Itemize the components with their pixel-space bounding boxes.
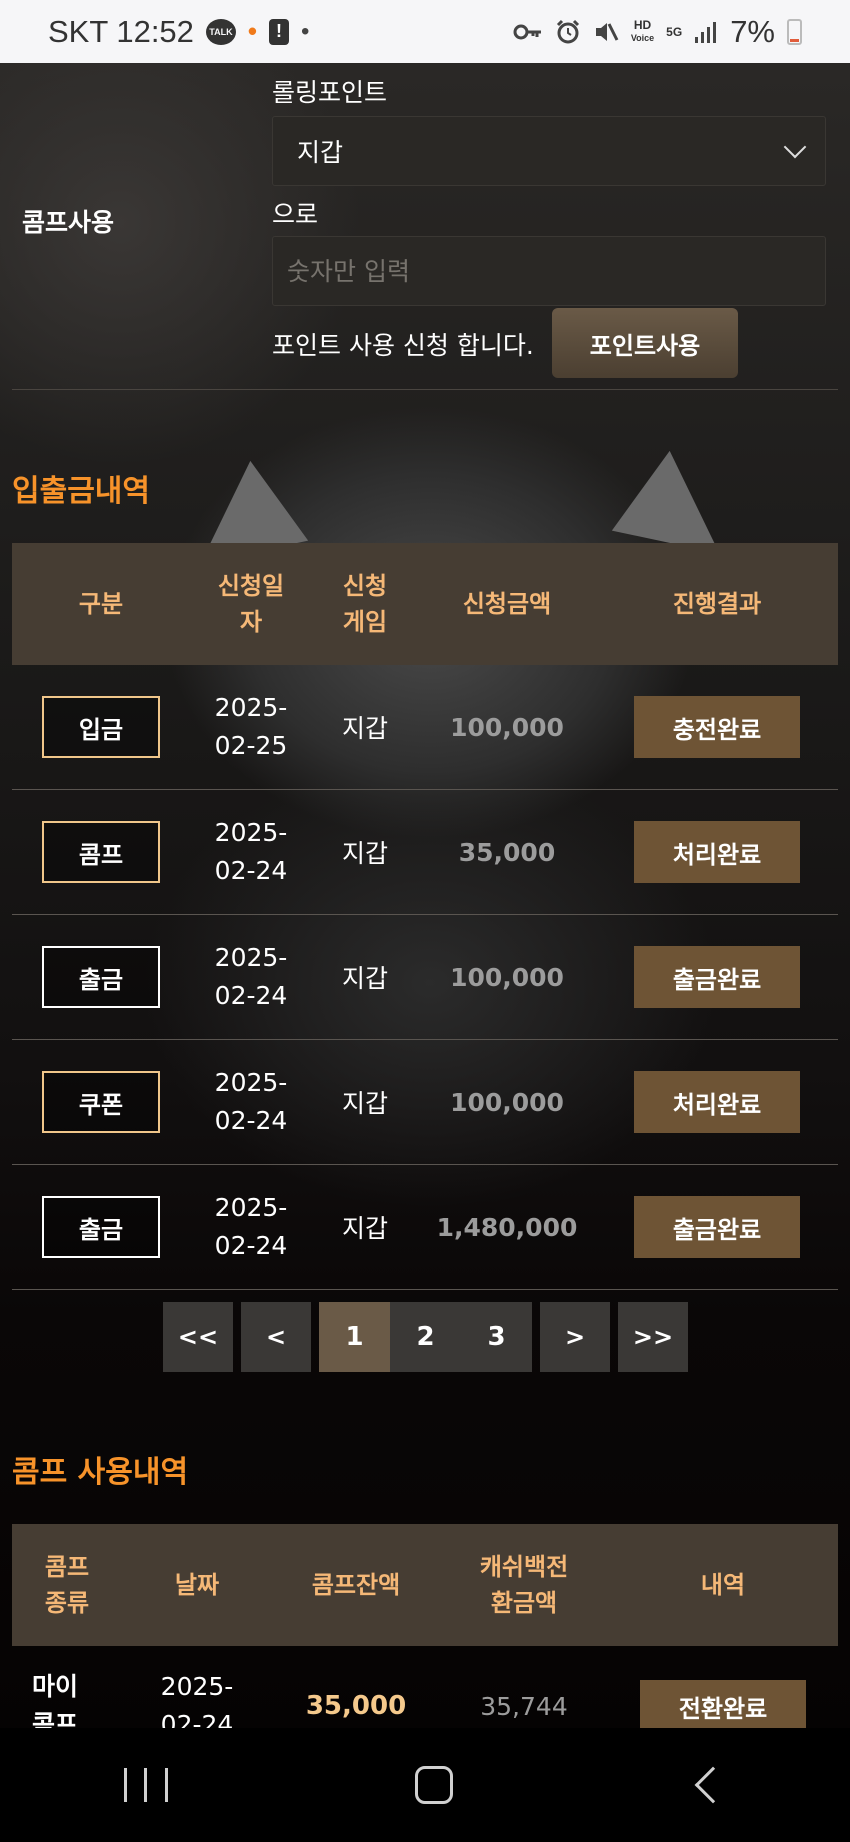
apply-text: 포인트 사용 신청 합니다. bbox=[272, 331, 534, 360]
status-button[interactable]: 전환완료 bbox=[640, 1680, 806, 1732]
prev-page-button[interactable]: < bbox=[241, 1302, 311, 1372]
header-date: 신청일 자 bbox=[217, 572, 285, 636]
amount-cell: 1,480,000 bbox=[436, 1212, 578, 1242]
comp-history-title: 콤프 사용내역 bbox=[12, 1455, 189, 1490]
game-cell: 지갑 bbox=[341, 1214, 388, 1243]
alarm-icon bbox=[555, 19, 581, 45]
result-button[interactable]: 처리완료 bbox=[634, 821, 800, 883]
page-2-button[interactable]: 2 bbox=[390, 1302, 461, 1372]
navigation-bar bbox=[0, 1728, 850, 1842]
cashback-cell: 35,744 bbox=[480, 1691, 568, 1721]
hd-label: HD bbox=[633, 18, 652, 32]
first-page-button[interactable]: << bbox=[163, 1302, 233, 1372]
header-result: 진행결과 bbox=[672, 590, 762, 618]
type-badge: 출금 bbox=[42, 946, 160, 1008]
flame-app-icon: • bbox=[247, 16, 258, 46]
table-row: 쿠폰 2025- 02-24 지갑 100,000 처리완료 bbox=[12, 1040, 838, 1165]
page-1-button[interactable]: 1 bbox=[319, 1302, 390, 1372]
wallet-select-value: 지갑 bbox=[297, 138, 344, 167]
battery-percent: 7% bbox=[730, 13, 775, 49]
type-badge: 쿠폰 bbox=[42, 1071, 160, 1133]
to-label: 으로 bbox=[272, 200, 319, 229]
signal-icon bbox=[694, 20, 718, 44]
transactions-table: 구분 신청일 자 신청 게임 신청금액 진행결과 입금 2025- 02-25 … bbox=[12, 543, 838, 1290]
table-row: 입금 2025- 02-25 지갑 100,000 충전완료 bbox=[12, 665, 838, 790]
result-button[interactable]: 충전완료 bbox=[634, 696, 800, 758]
key-icon bbox=[513, 22, 543, 42]
status-bar-right: HD Voice 5G 7% bbox=[513, 14, 802, 50]
battery-icon bbox=[787, 18, 802, 45]
game-cell: 지갑 bbox=[341, 964, 388, 993]
header-game: 신청 게임 bbox=[342, 572, 388, 636]
type-badge: 출금 bbox=[42, 1196, 160, 1258]
comp-use-form: 콤프사용 롤링포인트 지갑 으로 포인트 사용 신청 합니다. 포인트사용 bbox=[0, 63, 850, 391]
home-icon[interactable] bbox=[414, 1766, 453, 1804]
rolling-point-label: 롤링포인트 bbox=[272, 78, 388, 107]
section-divider bbox=[12, 389, 838, 390]
wallet-select[interactable]: 지갑 bbox=[272, 116, 826, 186]
header-balance: 콤프잔액 bbox=[311, 1571, 401, 1599]
amount-cell: 100,000 bbox=[450, 1087, 564, 1117]
hd-voice-icon: HD Voice bbox=[631, 19, 654, 44]
status-bar-left: SKT 12:52 TALK • ! • bbox=[48, 14, 309, 50]
chevron-down-icon bbox=[783, 135, 807, 159]
header-history: 내역 bbox=[700, 1571, 746, 1599]
talk-icon: TALK bbox=[205, 18, 236, 45]
table-row: 콤프 2025- 02-24 지갑 35,000 처리완료 bbox=[12, 790, 838, 915]
table-header: 구분 신청일 자 신청 게임 신청금액 진행결과 bbox=[12, 543, 838, 665]
use-point-button[interactable]: 포인트사용 bbox=[552, 308, 738, 378]
header-kind: 콤프 종류 bbox=[44, 1553, 90, 1617]
result-button[interactable]: 출금완료 bbox=[634, 946, 800, 1008]
page-3-button[interactable]: 3 bbox=[461, 1302, 532, 1372]
alert-icon: ! bbox=[269, 18, 290, 45]
date-cell: 2025- 02-24 bbox=[214, 818, 288, 885]
amount-cell: 100,000 bbox=[450, 962, 564, 992]
last-page-button[interactable]: >> bbox=[618, 1302, 688, 1372]
header-amount: 신청금액 bbox=[462, 590, 552, 618]
header-type: 구분 bbox=[78, 590, 124, 618]
page-number-group: 1 2 3 bbox=[319, 1302, 532, 1374]
date-cell: 2025- 02-24 bbox=[214, 943, 288, 1010]
network-type-icon: 5G bbox=[666, 24, 683, 39]
balance-cell: 35,000 bbox=[305, 1691, 407, 1721]
transactions-title: 입출금내역 bbox=[12, 474, 150, 509]
dot-icon: • bbox=[301, 17, 310, 45]
game-cell: 지갑 bbox=[341, 714, 388, 743]
date-cell: 2025- 02-24 bbox=[214, 1193, 288, 1260]
voice-label: Voice bbox=[630, 33, 655, 43]
pagination: << < 1 2 3 > >> bbox=[163, 1302, 688, 1374]
recent-apps-icon[interactable] bbox=[123, 1768, 168, 1802]
cat-ear-right bbox=[611, 442, 739, 554]
table-header: 콤프 종류 날짜 콤프잔액 캐쉬백전 환금액 내역 bbox=[12, 1524, 838, 1646]
amount-cell: 35,000 bbox=[458, 837, 556, 867]
result-button[interactable]: 출금완료 bbox=[634, 1196, 800, 1258]
point-amount-input[interactable] bbox=[272, 236, 826, 306]
status-bar: SKT 12:52 TALK • ! • HD Voice 5G 7% bbox=[0, 0, 850, 63]
amount-cell: 100,000 bbox=[450, 712, 564, 742]
result-button[interactable]: 처리완료 bbox=[634, 1071, 800, 1133]
comp-use-label: 콤프사용 bbox=[22, 208, 115, 237]
next-page-button[interactable]: > bbox=[540, 1302, 610, 1372]
back-icon[interactable] bbox=[694, 1766, 732, 1804]
table-row: 출금 2025- 02-24 지갑 1,480,000 출금완료 bbox=[12, 1165, 838, 1290]
header-cashback: 캐쉬백전 환금액 bbox=[479, 1553, 569, 1617]
table-row: 출금 2025- 02-24 지갑 100,000 출금완료 bbox=[12, 915, 838, 1040]
type-badge: 입금 bbox=[42, 696, 160, 758]
date-cell: 2025- 02-25 bbox=[214, 693, 288, 760]
game-cell: 지갑 bbox=[341, 839, 388, 868]
mute-icon bbox=[593, 19, 619, 45]
type-badge: 콤프 bbox=[42, 821, 160, 883]
header-date: 날짜 bbox=[174, 1571, 220, 1599]
game-cell: 지갑 bbox=[341, 1089, 388, 1118]
carrier-time: SKT 12:52 bbox=[48, 13, 194, 49]
date-cell: 2025- 02-24 bbox=[214, 1068, 288, 1135]
